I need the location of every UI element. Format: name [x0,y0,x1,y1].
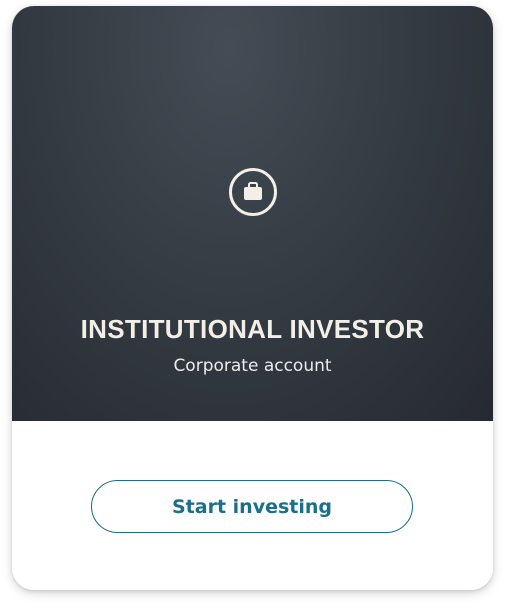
card-hero: INSTITUTIONAL INVESTOR Corporate account [12,6,493,421]
briefcase-glyph [244,182,262,200]
card-footer: Start investing [12,421,493,590]
start-investing-button[interactable]: Start investing [91,480,413,533]
briefcase-icon [229,168,277,216]
card-subtitle: Corporate account [173,356,332,376]
card-title: INSTITUTIONAL INVESTOR [80,314,425,344]
investor-type-card: INSTITUTIONAL INVESTOR Corporate account… [12,6,493,590]
